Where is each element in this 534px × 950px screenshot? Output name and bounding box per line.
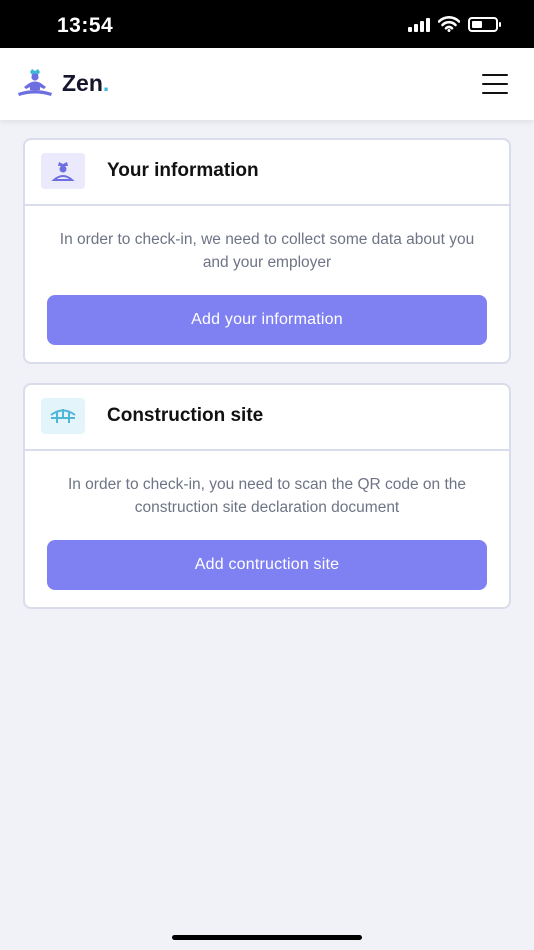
- card-title: Your information: [107, 160, 259, 181]
- card-description: In order to check-in, you need to scan t…: [67, 476, 467, 516]
- bridge-icon: [41, 398, 85, 434]
- add-your-information-button[interactable]: Add your information: [47, 295, 487, 345]
- cellular-signal-icon: [408, 16, 430, 32]
- home-indicator: [172, 935, 362, 940]
- card-description: In order to check-in, we need to collect…: [59, 231, 475, 271]
- worker-icon: [41, 153, 85, 189]
- card-title: Construction site: [107, 405, 264, 426]
- status-icons: [408, 16, 501, 32]
- battery-level-fill: [472, 20, 482, 28]
- add-construction-site-button[interactable]: Add contruction site: [47, 540, 487, 590]
- app-header: Zen.: [0, 48, 534, 120]
- meditation-icon: [18, 69, 52, 96]
- battery-icon: [468, 16, 501, 32]
- card-header: Your information: [25, 140, 509, 206]
- hamburger-menu-icon[interactable]: [482, 74, 508, 94]
- wifi-icon: [438, 16, 460, 32]
- card-header: Construction site: [25, 385, 509, 451]
- app-logo[interactable]: Zen.: [16, 68, 109, 98]
- status-time: 13:54: [57, 14, 114, 37]
- your-information-card: Your information In order to check-in, w…: [23, 138, 511, 364]
- logo-text: Zen.: [62, 69, 110, 96]
- construction-site-card: Construction site In order to check-in, …: [23, 383, 511, 609]
- status-bar: 13:54: [0, 0, 534, 48]
- logo-dot: .: [102, 69, 110, 96]
